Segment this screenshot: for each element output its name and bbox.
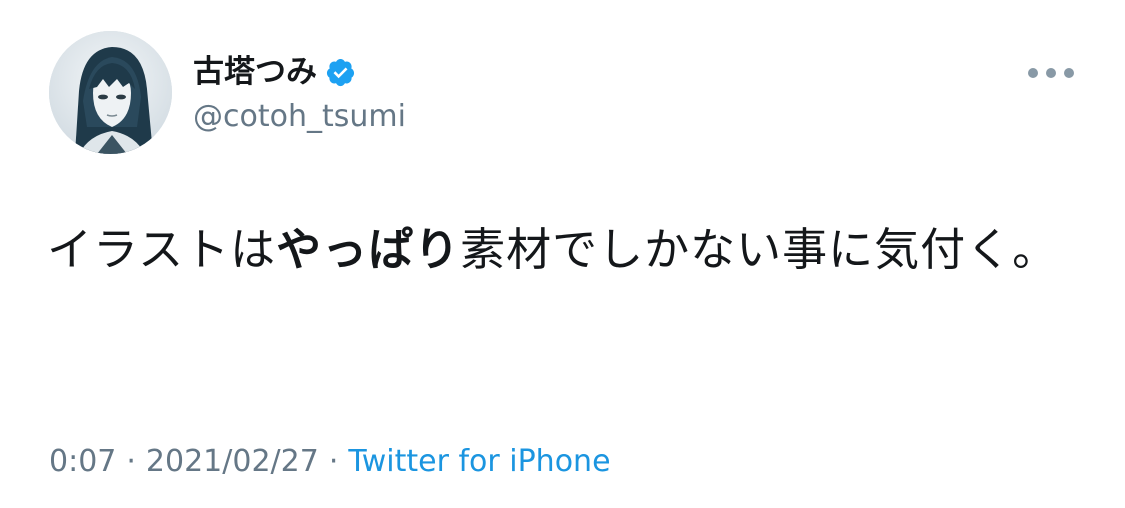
user-handle[interactable]: @cotoh_tsumi (193, 96, 406, 138)
verified-badge-icon (325, 57, 356, 88)
tweet-text-part: 素材でしかない事に気付く。 (460, 223, 1059, 276)
avatar[interactable] (49, 31, 172, 154)
meta-separator: · (126, 444, 136, 479)
tweet-date[interactable]: 2021/02/27 (146, 444, 319, 479)
tweet-text: イラストはやっぱり素材でしかない事に気付く。 (47, 220, 1077, 280)
more-dot (1064, 68, 1074, 78)
tweet-source-link[interactable]: Twitter for iPhone (348, 444, 610, 479)
more-options-icon[interactable] (1028, 66, 1074, 80)
tweet-text-part: イラストは (47, 223, 277, 276)
tweet-meta: 0:07 · 2021/02/27 · Twitter for iPhone (49, 442, 611, 482)
tweet-text-bold: やっぱり (276, 223, 461, 276)
tweet-card: 古塔つみ @cotoh_tsumi イラストはやっぱり素材でしかない事に気付く。… (0, 0, 1125, 508)
name-row: 古塔つみ (193, 50, 356, 94)
display-name[interactable]: 古塔つみ (193, 50, 317, 94)
tweet-time[interactable]: 0:07 (49, 444, 116, 479)
more-dot (1046, 68, 1056, 78)
avatar-illustration-icon (49, 31, 172, 154)
more-dot (1028, 68, 1038, 78)
meta-separator: · (328, 444, 339, 479)
